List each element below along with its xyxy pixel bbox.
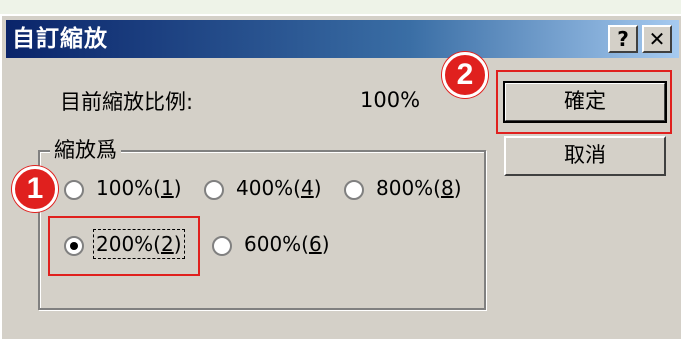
option-label-100[interactable]: 100%(1) <box>96 176 182 200</box>
current-zoom-value: 100% <box>360 88 421 112</box>
option-label-400[interactable]: 400%(4) <box>236 176 322 200</box>
radio-600[interactable] <box>212 236 232 256</box>
radio-400[interactable] <box>204 180 224 200</box>
dialog-title: 自訂縮放 <box>12 26 108 52</box>
option-label-600[interactable]: 600%(6) <box>244 232 330 256</box>
zoom-dialog: 自訂縮放 ? ✕ 目前縮放比例: 100% 確定 取消 縮放爲 100%(1) … <box>0 14 681 339</box>
current-zoom-label: 目前縮放比例: <box>60 90 194 114</box>
radio-800[interactable] <box>344 180 364 200</box>
radio-100[interactable] <box>64 180 84 200</box>
close-icon: ✕ <box>648 27 666 51</box>
title-bar[interactable]: 自訂縮放 ? ✕ <box>6 20 679 58</box>
group-label: 縮放爲 <box>50 134 121 164</box>
close-button[interactable]: ✕ <box>642 25 672 53</box>
cancel-button[interactable]: 取消 <box>504 136 666 176</box>
callout-highlight-200 <box>48 216 200 276</box>
option-label-800[interactable]: 800%(8) <box>376 176 462 200</box>
help-button[interactable]: ? <box>608 25 638 53</box>
step-badge-1: 1 <box>12 166 58 212</box>
step-badge-2: 2 <box>442 52 488 98</box>
callout-highlight-ok <box>496 70 672 134</box>
